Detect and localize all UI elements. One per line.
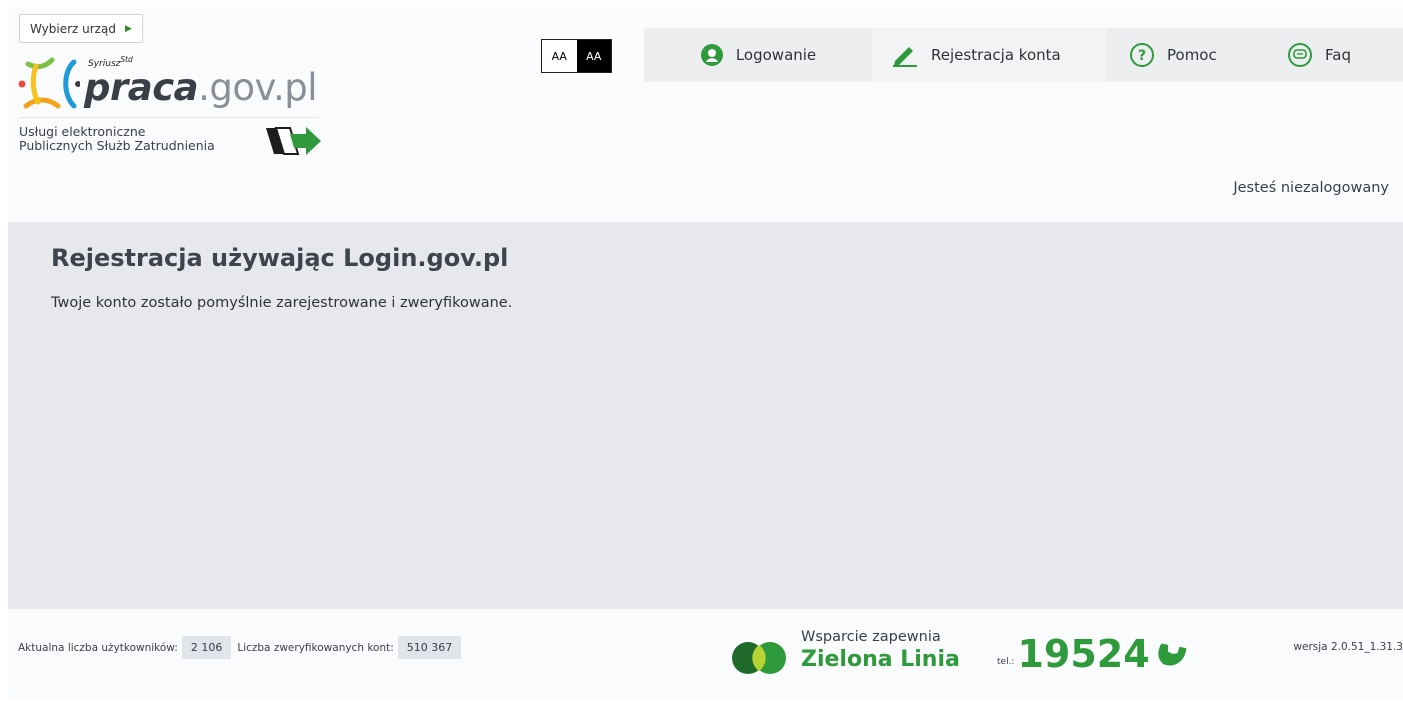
page-title: Rejestracja używając Login.gov.pl <box>51 244 509 272</box>
user-statistics: Aktualna liczba użytkowników: 2 106 Licz… <box>18 636 467 659</box>
pencil-icon <box>891 43 919 67</box>
nav-help[interactable]: ? Pomoc <box>1107 28 1265 82</box>
support-label: Wsparcie zapewnia <box>801 629 941 645</box>
version-info: wersja 2.0.51_1.31.3 <box>1293 641 1403 653</box>
nav-login-label: Logowanie <box>735 46 817 64</box>
contrast-switch: AA AA <box>541 39 612 73</box>
nav-registration-label: Rejestracja konta <box>931 46 1061 64</box>
page: Wybierz urząd ▶ SyriuszStd praca.gov.pl … <box>0 0 1403 702</box>
choose-office-label: Wybierz urząd <box>30 21 116 36</box>
chat-bubble-icon <box>1287 42 1313 68</box>
phone-icon <box>1158 643 1187 666</box>
top-navigation: Logowanie Rejestracja konta ? Pomoc Faq <box>644 28 1403 82</box>
high-contrast-button[interactable]: AA <box>576 40 611 72</box>
svg-text:?: ? <box>1138 48 1146 64</box>
main-content: Rejestracja używając Login.gov.pl Twoje … <box>8 222 1403 609</box>
nav-login[interactable]: Logowanie <box>644 28 872 82</box>
normal-contrast-button[interactable]: AA <box>542 40 577 72</box>
question-circle-icon: ? <box>1129 42 1155 68</box>
chevron-right-icon: ▶ <box>124 23 132 34</box>
tel-label: tel.: <box>997 657 1015 667</box>
zielona-linia-logo-icon <box>732 642 786 674</box>
success-message: Twoje konto zostało pomyślnie zarejestro… <box>51 295 513 311</box>
users-count-label: Aktualna liczba użytkowników: <box>18 641 178 654</box>
choose-office-button[interactable]: Wybierz urząd ▶ <box>19 14 143 43</box>
user-circle-icon <box>700 43 724 67</box>
verified-count-value: 510 367 <box>397 636 462 659</box>
nav-help-label: Pomoc <box>1167 46 1217 64</box>
logo-figure-icon <box>18 57 80 109</box>
users-count-value: 2 106 <box>181 636 232 659</box>
tel-number: 19524 <box>1017 632 1150 676</box>
nav-faq-label: Faq <box>1325 46 1351 64</box>
support-phone[interactable]: tel.: 19524 <box>997 635 1190 673</box>
nav-faq[interactable]: Faq <box>1265 28 1403 82</box>
nav-registration[interactable]: Rejestracja konta <box>872 28 1107 82</box>
psz-arrows-icon <box>266 127 321 155</box>
logo-praca-text: praca.gov.pl <box>84 66 318 109</box>
footer: Aktualna liczba użytkowników: 2 106 Licz… <box>8 609 1403 700</box>
praca-gov-logo[interactable]: SyriuszStd praca.gov.pl <box>18 52 338 112</box>
user-status: Jesteś niezalogowany <box>1233 180 1389 196</box>
verified-count-label: Liczba zweryfikowanych kont: <box>237 641 394 654</box>
support-name: Zielona Linia <box>801 647 960 672</box>
